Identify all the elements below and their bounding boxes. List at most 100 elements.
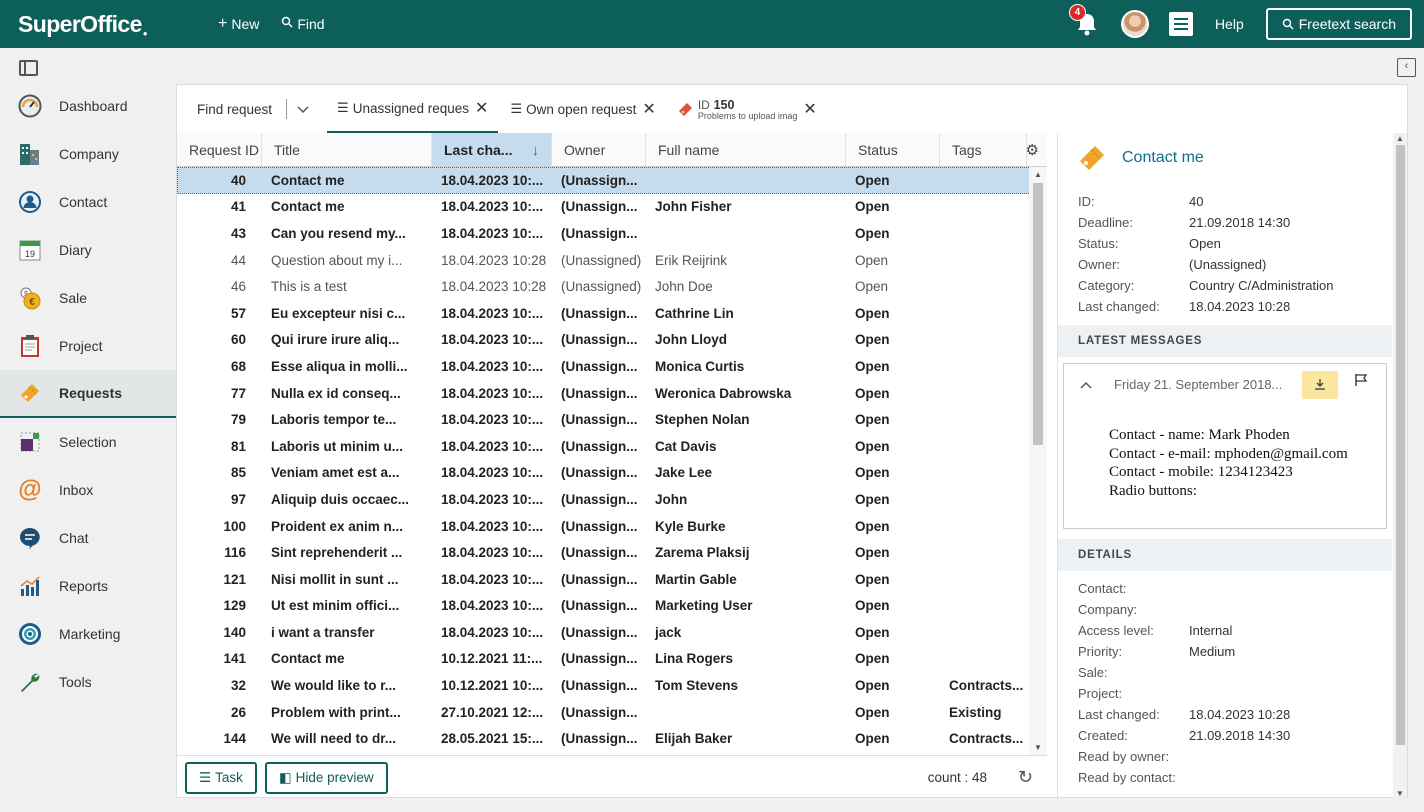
cell-request-id: 40 xyxy=(230,172,246,188)
column-owner[interactable]: Owner xyxy=(552,133,646,166)
table-row[interactable]: 79 Laboris tempor te... 18.04.2023 10:... (… xyxy=(177,406,1047,433)
cell-title: Problem with print... xyxy=(271,704,401,720)
field-row: Read by owner: xyxy=(1058,746,1392,767)
refresh-icon[interactable]: ↻ xyxy=(1018,767,1033,788)
table-row[interactable]: 81 Laboris ut minim u... 18.04.2023 10:...… xyxy=(177,433,1047,460)
table-row[interactable]: 140 i want a transfer 18.04.2023 10:... (Un… xyxy=(177,619,1047,646)
download-button[interactable] xyxy=(1302,371,1338,399)
sidebar-item-contact[interactable]: Contact xyxy=(0,178,176,226)
message-body: Contact - name: Mark Phoden Contact - e-… xyxy=(1109,427,1348,499)
sidebar-item-project[interactable]: Project xyxy=(0,322,176,370)
table-row[interactable]: 26 Problem with print... 27.10.2021 12:...… xyxy=(177,699,1047,726)
field-label: Read by owner: xyxy=(1078,749,1170,764)
tab-own-open-requests[interactable]: ☰ Own open request ✕ xyxy=(500,85,665,133)
find-button[interactable]: Find xyxy=(281,15,325,33)
sidebar-item-selection[interactable]: Selection xyxy=(0,418,176,466)
sidebar-item-requests[interactable]: Requests xyxy=(0,370,176,418)
sidebar-item-tools[interactable]: Tools xyxy=(0,658,176,706)
sidebar-item-sale[interactable]: $ € Sale xyxy=(0,274,176,322)
scroll-up-icon[interactable]: ▲ xyxy=(1034,170,1042,179)
tab-find-request[interactable]: Find request xyxy=(177,85,319,133)
column-tags[interactable]: Tags xyxy=(940,133,1027,166)
sidebar-item-chat[interactable]: Chat xyxy=(0,514,176,562)
table-row[interactable]: 77 Nulla ex id conseq... 18.04.2023 10:...… xyxy=(177,380,1047,407)
freetext-search-button[interactable]: Freetext search xyxy=(1265,8,1412,40)
company-building-icon xyxy=(18,142,42,166)
table-row[interactable]: 141 Contact me 10.12.2021 11:... (Unassign.… xyxy=(177,646,1047,673)
sidebar-item-company[interactable]: Company xyxy=(0,130,176,178)
table-row[interactable]: 116 Sint reprehenderit ... 18.04.2023 10:.… xyxy=(177,539,1047,566)
table-row[interactable]: 41 Contact me 18.04.2023 10:... (Unassign..… xyxy=(177,194,1047,221)
gear-icon[interactable]: ⚙ xyxy=(1026,141,1039,159)
sidebar-item-marketing[interactable]: Marketing xyxy=(0,610,176,658)
help-link[interactable]: Help xyxy=(1215,16,1244,32)
column-status[interactable]: Status xyxy=(846,133,940,166)
grid-scrollbar[interactable]: ▲ ▼ xyxy=(1029,167,1047,755)
preview-panel: Contact me ID: 40 Deadline: 21.09.2018 14:3… xyxy=(1057,133,1392,799)
cell-owner: (Unassign... xyxy=(561,225,638,241)
cell-owner: (Unassign... xyxy=(561,438,638,454)
close-tab-icon[interactable]: ✕ xyxy=(475,98,488,118)
table-row[interactable]: 68 Esse aliqua in molli... 18.04.2023 10:.… xyxy=(177,353,1047,380)
collapse-right-panel-icon[interactable]: ‹ xyxy=(1397,58,1416,77)
preview-fields: ID: 40 Deadline: 21.09.2018 14:30 Status: Ope… xyxy=(1058,191,1392,317)
cell-request-id: 32 xyxy=(230,678,246,694)
sidebar-toggle-icon[interactable] xyxy=(19,60,38,76)
notifications-button[interactable]: 4 xyxy=(1068,4,1101,38)
cell-last-changed: 18.04.2023 10:... xyxy=(441,518,544,534)
scroll-down-icon[interactable]: ▼ xyxy=(1034,743,1042,752)
cell-last-changed: 18.04.2023 10:... xyxy=(441,305,544,321)
tab-request-150[interactable]: ID 150 Problems to upload imag ✕ xyxy=(668,85,827,133)
chevron-down-icon[interactable] xyxy=(297,102,309,117)
cell-request-id: 77 xyxy=(230,385,246,401)
table-row[interactable]: 85 Veniam amet est a... 18.04.2023 10:... (… xyxy=(177,460,1047,487)
chevron-up-icon[interactable] xyxy=(1080,377,1092,392)
column-request-id[interactable]: Request ID xyxy=(177,133,262,166)
field-value: Open xyxy=(1189,236,1221,251)
close-tab-icon[interactable]: ✕ xyxy=(642,99,655,119)
table-row[interactable]: 144 We will need to dr... 28.05.2021 15:..… xyxy=(177,725,1047,752)
table-row[interactable]: 43 Can you resend my... 18.04.2023 10:... (… xyxy=(177,220,1047,247)
field-value: (Unassigned) xyxy=(1189,257,1267,272)
superoffice-logo[interactable]: SuperOffice● xyxy=(18,11,210,38)
user-avatar[interactable] xyxy=(1120,10,1149,38)
cell-title: We will need to dr... xyxy=(271,731,397,747)
preview-scrollbar[interactable]: ▲ ▼ xyxy=(1393,133,1407,799)
scrollbar-thumb[interactable] xyxy=(1033,183,1043,445)
flag-icon[interactable] xyxy=(1354,373,1368,390)
sidebar-item-inbox[interactable]: @ Inbox xyxy=(0,466,176,514)
table-row[interactable]: 60 Qui irure irure aliq... 18.04.2023 10:.… xyxy=(177,327,1047,354)
sidebar-item-dashboard[interactable]: Dashboard xyxy=(0,82,176,130)
sidebar-item-reports[interactable]: Reports xyxy=(0,562,176,610)
record-count: count : 48 xyxy=(927,770,987,785)
cell-last-changed: 18.04.2023 10:... xyxy=(441,598,544,614)
table-row[interactable]: 100 Proident ex anim n... 18.04.2023 10:..… xyxy=(177,513,1047,540)
table-row[interactable]: 129 Ut est minim offici... 18.04.2023 10:.… xyxy=(177,593,1047,620)
main-menu-button[interactable] xyxy=(1168,12,1193,36)
preview-title[interactable]: Contact me xyxy=(1122,149,1204,167)
scrollbar-thumb[interactable] xyxy=(1396,145,1405,745)
table-row[interactable]: 97 Aliquip duis occaec... 18.04.2023 10:..… xyxy=(177,486,1047,513)
cell-status: Open xyxy=(855,518,890,534)
field-row: Category: Country C/Administration xyxy=(1058,275,1392,296)
cell-status: Open xyxy=(855,571,890,587)
sidebar-item-diary[interactable]: 19 Diary xyxy=(0,226,176,274)
table-row[interactable]: 40 Contact me 18.04.2023 10:... (Unassign..… xyxy=(177,167,1047,194)
column-last-changed[interactable]: Last cha... ↓ xyxy=(432,133,552,166)
hide-preview-button[interactable]: ◧ Hide preview xyxy=(264,761,388,794)
column-full-name[interactable]: Full name xyxy=(646,133,846,166)
task-button[interactable]: ☰ Task xyxy=(185,761,257,794)
table-row[interactable]: 32 We would like to r... 10.12.2021 10:...… xyxy=(177,672,1047,699)
close-tab-icon[interactable]: ✕ xyxy=(803,99,816,119)
column-title[interactable]: Title xyxy=(262,133,432,166)
scroll-down-icon[interactable]: ▼ xyxy=(1396,789,1404,798)
new-button[interactable]: + New xyxy=(218,15,259,33)
tab-unassigned-requests[interactable]: ☰ Unassigned reques ✕ xyxy=(327,85,499,133)
scroll-up-icon[interactable]: ▲ xyxy=(1396,134,1404,143)
table-row[interactable]: 121 Nisi mollit in sunt ... 18.04.2023 10:… xyxy=(177,566,1047,593)
field-row: Created: 21.09.2018 14:30 xyxy=(1058,725,1392,746)
table-row[interactable]: 44 Question about my i... 18.04.2023 10:28… xyxy=(177,247,1047,274)
table-row[interactable]: 57 Eu excepteur nisi c... 18.04.2023 10:..… xyxy=(177,300,1047,327)
table-row[interactable]: 46 This is a test 18.04.2023 10:28 (Unassig… xyxy=(177,273,1047,300)
svg-text:19: 19 xyxy=(25,249,35,259)
